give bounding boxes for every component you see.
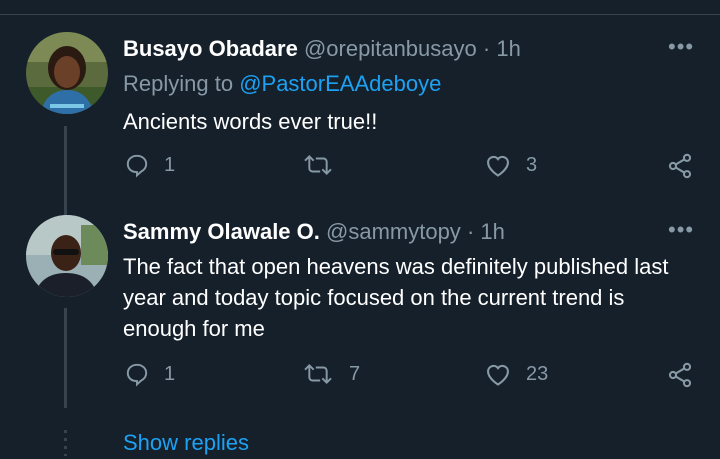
top-divider: [0, 14, 720, 15]
timestamp[interactable]: 1h: [496, 36, 520, 61]
separator: ·: [482, 36, 491, 61]
like-button[interactable]: 3: [484, 152, 537, 178]
separator: ·: [466, 219, 475, 244]
retweet-button[interactable]: [301, 152, 349, 178]
tweet-actions: 1 3: [0, 152, 720, 182]
display-name[interactable]: Busayo Obadare: [123, 36, 298, 61]
show-replies-link[interactable]: Show replies: [123, 430, 249, 456]
like-button[interactable]: 23: [484, 361, 548, 387]
like-count: 3: [526, 153, 538, 176]
display-name[interactable]: Sammy Olawale O.: [123, 219, 320, 244]
retweet-count: 7: [349, 362, 361, 385]
tweet-header: Busayo Obadare @orepitanbusayo · 1h: [123, 36, 521, 62]
reply-count: 1: [164, 362, 176, 385]
reply-icon: [126, 363, 148, 387]
share-icon: [668, 362, 692, 388]
tweet-text: The fact that open heavens was definitel…: [123, 254, 669, 341]
mention-link[interactable]: @PastorEAAdeboye: [239, 71, 441, 96]
retweet-icon: [304, 363, 332, 385]
reply-button[interactable]: 1: [124, 361, 175, 387]
tweet-header: Sammy Olawale O. @sammytopy · 1h: [123, 219, 505, 245]
thread-dots: [64, 430, 67, 456]
like-icon: [487, 155, 509, 177]
share-icon: [668, 153, 692, 179]
replying-to-label: Replying to: [123, 71, 240, 96]
avatar[interactable]: [26, 32, 108, 114]
reply-count: 1: [164, 153, 176, 176]
retweet-icon: [304, 154, 332, 176]
retweet-button[interactable]: 7: [301, 361, 360, 387]
share-button[interactable]: [666, 152, 694, 180]
tweet-actions: 1 7 23: [0, 361, 720, 391]
reply-icon: [126, 154, 148, 178]
more-icon[interactable]: •••: [668, 219, 694, 241]
username[interactable]: @sammytopy: [326, 219, 461, 244]
thread-line: [64, 308, 67, 408]
like-icon: [487, 364, 509, 386]
like-count: 23: [526, 362, 549, 385]
avatar[interactable]: [26, 215, 108, 297]
replying-to: Replying to @PastorEAAdeboye: [123, 71, 441, 97]
conversation-thread: Busayo Obadare @orepitanbusayo · 1h ••• …: [0, 0, 720, 459]
timestamp[interactable]: 1h: [480, 219, 504, 244]
tweet-text: Ancients words ever true!!: [123, 109, 378, 134]
more-icon[interactable]: •••: [668, 36, 694, 58]
username[interactable]: @orepitanbusayo: [304, 36, 477, 61]
share-button[interactable]: [666, 361, 694, 389]
reply-button[interactable]: 1: [124, 152, 175, 178]
